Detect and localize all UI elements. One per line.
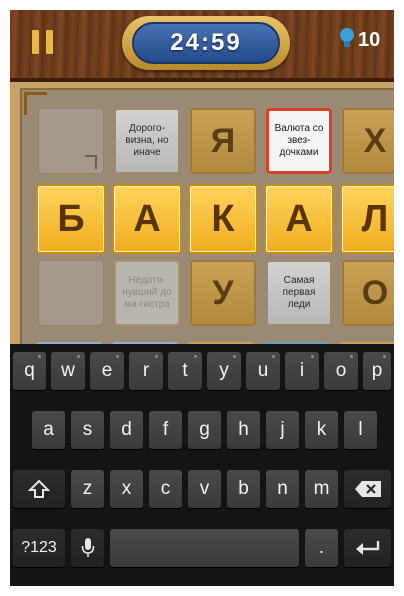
crossword-board: Дорого-визна, но иначе Я Валюта со звез-… [10,82,394,360]
enter-arrow-icon [355,541,379,555]
letter-cell[interactable]: У [190,260,256,326]
key-z[interactable]: z [71,470,104,508]
clue-cell-solved[interactable]: Недотя-нувший до ма-гистра [114,260,180,326]
board-grid: Дорого-визна, но иначе Я Валюта со звез-… [20,88,394,360]
backspace-key[interactable] [344,470,391,508]
timer: 24:59 [132,22,280,64]
key-t[interactable]: t [168,352,202,390]
lightbulb-icon [340,28,354,42]
key-d[interactable]: d [110,411,143,449]
symbols-key[interactable]: ?123 [13,529,65,567]
top-bar: 24:59 10 [10,10,394,82]
pause-button[interactable] [32,30,54,54]
key-o[interactable]: o [324,352,358,390]
letter-cell[interactable]: Я [190,108,256,174]
key-w[interactable]: w [51,352,85,390]
active-letter-cell[interactable]: А [112,184,182,254]
soft-keyboard: q w e r t y u i o p a s d f g h j k l z … [10,344,394,586]
active-letter-cell[interactable]: Л [340,184,394,254]
key-q[interactable]: q [13,352,46,390]
active-letter-cell[interactable]: А [264,184,334,254]
clue-cell[interactable]: Дорого-визна, но иначе [114,108,180,174]
key-h[interactable]: h [227,411,260,449]
clue-cell[interactable]: Самая первая леди [266,260,332,326]
key-v[interactable]: v [188,470,221,508]
key-y[interactable]: y [207,352,241,390]
key-n[interactable]: n [266,470,299,508]
key-g[interactable]: g [188,411,221,449]
lightbulb-base [344,41,350,47]
pause-icon [32,30,39,54]
key-s[interactable]: s [71,411,104,449]
letter-cell[interactable]: Х [342,108,394,174]
enter-key[interactable] [344,529,391,567]
key-f[interactable]: f [149,411,182,449]
grid-cell-empty [38,108,104,174]
clue-cell-selected[interactable]: Валюта со звез-дочками [266,108,332,174]
key-x[interactable]: x [110,470,143,508]
grid-cell-empty [38,260,104,326]
shift-key[interactable] [13,470,65,508]
voice-input-key[interactable] [71,529,104,567]
active-letter-cell[interactable]: Б [36,184,106,254]
key-p[interactable]: p [363,352,391,390]
key-u[interactable]: u [246,352,280,390]
space-key[interactable] [110,529,299,567]
active-letter-cell[interactable]: К [188,184,258,254]
key-r[interactable]: r [129,352,163,390]
letter-cell[interactable]: О [342,260,394,326]
key-j[interactable]: j [266,411,299,449]
key-e[interactable]: e [90,352,124,390]
key-a[interactable]: a [32,411,65,449]
key-c[interactable]: c [149,470,182,508]
key-b[interactable]: b [227,470,260,508]
key-i[interactable]: i [285,352,319,390]
backspace-icon [354,481,381,497]
hint-count: 10 [358,29,381,51]
microphone-icon [81,538,94,557]
key-k[interactable]: k [305,411,338,449]
period-key[interactable]: . [305,529,338,567]
app-screen: 24:59 10 Дорого-визна, но иначе Я Валюта… [10,10,394,586]
key-l[interactable]: l [344,411,377,449]
pause-icon-bar [46,30,53,54]
shift-arrow-icon [28,479,50,498]
key-m[interactable]: m [305,470,338,508]
arrow-down-left-icon [85,155,97,169]
timer-plate: 24:59 [122,16,290,70]
